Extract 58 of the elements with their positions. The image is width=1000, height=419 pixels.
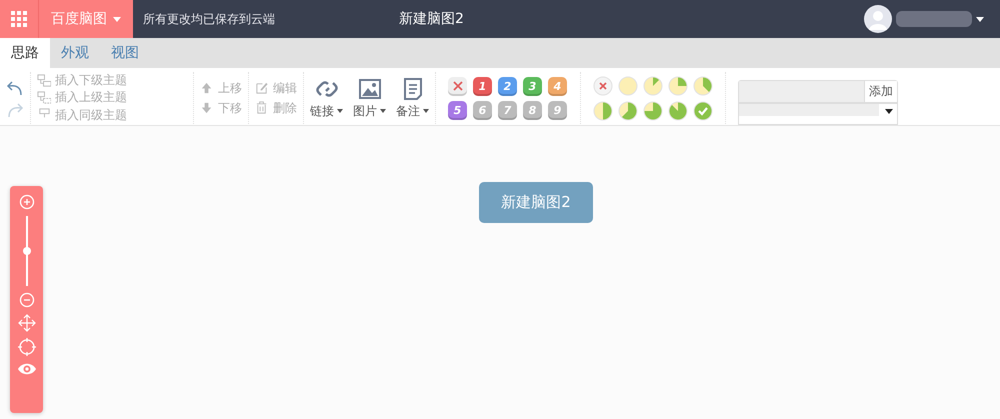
horizontal-scrollbar[interactable] <box>739 104 879 116</box>
progress-pie-icon[interactable] <box>693 76 713 96</box>
priority-badge[interactable]: 6 <box>473 100 492 120</box>
down-arrow-icon <box>200 101 214 115</box>
image-menu[interactable]: 图片 <box>353 102 386 120</box>
edit-item[interactable]: 编辑 <box>273 80 297 96</box>
move-item[interactable]: 下移 <box>218 100 242 116</box>
move-item[interactable]: 上移 <box>218 80 242 96</box>
zoom-in-icon[interactable] <box>18 194 34 210</box>
locate-icon[interactable] <box>18 338 36 356</box>
progress-pie-icon[interactable] <box>618 100 638 120</box>
insert-topic-item[interactable]: 插入同级主题 <box>55 106 127 124</box>
remove-progress-icon[interactable] <box>593 76 613 96</box>
child-topic-icon <box>37 74 51 88</box>
edit-item[interactable]: 删除 <box>273 100 297 116</box>
caret-icon <box>113 16 121 22</box>
priority-badge[interactable]: 9 <box>548 100 567 120</box>
move-arrows-icon[interactable] <box>18 314 36 332</box>
priority-badge[interactable]: 3 <box>523 76 542 96</box>
progress-pie-icon[interactable] <box>668 100 688 120</box>
parent-topic-icon <box>37 90 51 105</box>
avatar-icon[interactable] <box>864 5 892 33</box>
eye-icon[interactable] <box>16 362 36 376</box>
progress-pie-icon[interactable] <box>593 100 613 120</box>
priority-badge[interactable]: 2 <box>498 76 517 96</box>
check-circle-icon[interactable] <box>693 100 713 120</box>
edit-icon <box>255 81 269 95</box>
link-menu[interactable]: 链接 <box>310 102 343 120</box>
redo-icon[interactable] <box>6 102 24 118</box>
tab[interactable]: 外观 <box>50 38 100 68</box>
priority-badge[interactable]: 4 <box>548 76 567 96</box>
progress-pie-icon[interactable] <box>668 76 688 96</box>
apps-grid-button[interactable] <box>0 0 39 38</box>
remove-priority-icon[interactable] <box>448 76 467 96</box>
insert-topic-item[interactable]: 插入下级主题 <box>55 72 127 90</box>
progress-pie-icon[interactable] <box>643 100 663 120</box>
grid-icon <box>11 11 27 27</box>
priority-badge[interactable]: 1 <box>473 76 492 96</box>
progress-pie-icon[interactable] <box>618 76 638 96</box>
picture-icon[interactable] <box>358 76 382 100</box>
note-menu[interactable]: 备注 <box>396 102 429 120</box>
undo-icon[interactable] <box>6 80 24 96</box>
brand-menu[interactable]: 百度脑图 <box>39 0 133 38</box>
caret-icon[interactable] <box>885 109 893 114</box>
priority-badge[interactable]: 5 <box>448 100 467 120</box>
zoom-out-icon[interactable] <box>18 292 34 308</box>
save-status: 所有更改均已保存到云端 <box>143 10 275 28</box>
tag-list-field[interactable] <box>738 103 898 125</box>
up-arrow-icon <box>200 81 214 95</box>
trash-icon <box>255 101 269 115</box>
document-title: 新建脑图2 <box>399 10 464 28</box>
insert-topic-item[interactable]: 插入上级主题 <box>55 89 127 106</box>
progress-pie-icon[interactable] <box>643 76 663 96</box>
priority-badge[interactable]: 8 <box>523 100 542 120</box>
tab[interactable]: 视图 <box>100 38 150 68</box>
tab[interactable]: 思路 <box>0 38 50 68</box>
priority-badge[interactable]: 7 <box>498 100 517 120</box>
root-topic-node[interactable]: 新建脑图2 <box>479 182 593 223</box>
